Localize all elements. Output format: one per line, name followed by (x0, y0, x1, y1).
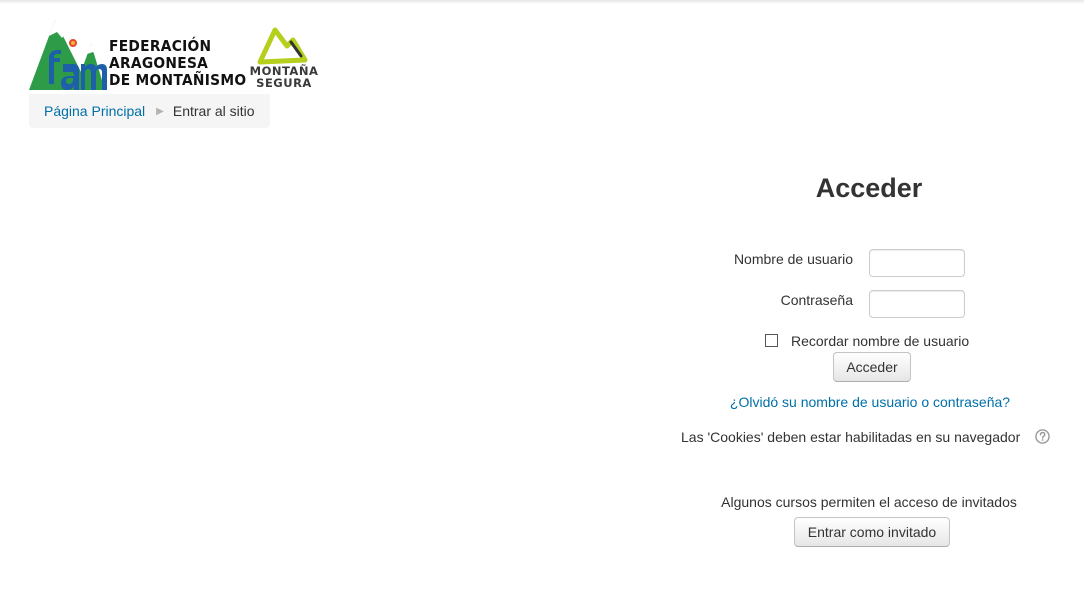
breadcrumb: Página Principal ▶ Entrar al sitio (29, 94, 270, 128)
org-name-line1: FEDERACIÓN (109, 37, 212, 55)
org-name-line3: DE MONTAÑISMO (109, 71, 247, 89)
breadcrumb-home-link[interactable]: Página Principal (44, 103, 145, 119)
top-bar (0, 0, 1084, 4)
remember-username-checkbox[interactable] (765, 334, 778, 347)
breadcrumb-separator-icon: ▶ (156, 105, 164, 117)
remember-username-label[interactable]: Recordar nombre de usuario (791, 333, 969, 349)
guest-access-notice: Algunos cursos permiten el acceso de inv… (721, 494, 1017, 510)
partner-logo-text: MONTAÑA SEGURA (246, 65, 322, 89)
org-name-line2: ARAGONESA (109, 54, 209, 72)
question-circle-icon[interactable] (1035, 429, 1050, 444)
site-logo[interactable]: FEDERACIÓN ARAGONESA DE MONTAÑISMO MONTA… (29, 16, 349, 94)
password-input[interactable] (869, 290, 965, 318)
username-label: Nombre de usuario (733, 251, 853, 267)
forgot-password-link[interactable]: ¿Olvidó su nombre de usuario o contraseñ… (700, 394, 1040, 410)
cookies-notice: Las 'Cookies' deben estar habilitadas en… (681, 429, 1021, 445)
username-input[interactable] (869, 249, 965, 277)
password-label: Contraseña (780, 292, 853, 308)
guest-login-button[interactable]: Entrar como invitado (794, 517, 950, 547)
breadcrumb-current: Entrar al sitio (172, 103, 255, 119)
org-name: FEDERACIÓN ARAGONESA DE MONTAÑISMO (109, 38, 258, 89)
page-title: Acceder (815, 173, 923, 203)
login-button[interactable]: Acceder (833, 352, 911, 382)
partner-logo-line2: SEGURA (256, 76, 312, 90)
